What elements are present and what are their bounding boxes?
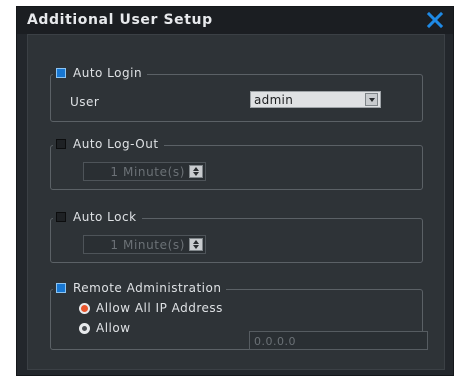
auto-lock-legend: Auto Lock <box>53 210 142 224</box>
dialog-titlebar: Additional User Setup <box>17 7 453 34</box>
allow-all-label: Allow All IP Address <box>96 301 223 315</box>
auto-login-label: Auto Login <box>73 66 143 80</box>
user-select[interactable]: admin <box>250 91 381 108</box>
spin-arrows-icon[interactable] <box>189 238 203 251</box>
remote-admin-label: Remote Administration <box>73 281 222 295</box>
chevron-down-icon[interactable] <box>365 93 378 106</box>
auto-lock-label: Auto Lock <box>73 210 137 224</box>
allow-all-option[interactable]: Allow All IP Address <box>79 301 223 315</box>
spin-arrows-icon[interactable] <box>189 165 203 178</box>
auto-lock-value: 1 Minute(s) <box>110 238 185 252</box>
close-icon <box>426 11 444 29</box>
remote-admin-legend: Remote Administration <box>53 281 227 295</box>
allow-option[interactable]: Allow <box>79 321 131 335</box>
auto-logout-label: Auto Log-Out <box>73 137 159 151</box>
auto-lock-checkbox[interactable] <box>56 212 66 222</box>
dialog-content: Auto Login User admin Auto Log-Out 1 Min… <box>27 34 445 370</box>
auto-logout-legend: Auto Log-Out <box>53 137 164 151</box>
allow-all-radio[interactable] <box>79 302 90 314</box>
auto-logout-spinner[interactable]: 1 Minute(s) <box>83 162 206 181</box>
remote-admin-checkbox[interactable] <box>56 283 66 293</box>
auto-lock-group: Auto Lock 1 Minute(s) <box>50 210 423 263</box>
auto-logout-group: Auto Log-Out 1 Minute(s) <box>50 137 423 190</box>
auto-lock-spinner[interactable]: 1 Minute(s) <box>83 235 206 254</box>
auto-login-legend: Auto Login <box>53 66 148 80</box>
auto-login-checkbox[interactable] <box>56 68 66 78</box>
auto-login-group: Auto Login User admin <box>50 66 423 122</box>
allow-radio[interactable] <box>79 322 90 334</box>
allow-label: Allow <box>96 321 131 335</box>
dialog-title: Additional User Setup <box>27 12 213 28</box>
user-select-value: admin <box>254 93 294 107</box>
close-button[interactable] <box>425 10 445 30</box>
additional-user-setup-dialog: Additional User Setup Auto Login User ad… <box>16 6 454 376</box>
remote-admin-group: Remote Administration Allow All IP Addre… <box>50 281 428 350</box>
auto-logout-checkbox[interactable] <box>56 139 66 149</box>
user-label: User <box>70 95 100 109</box>
ip-address-input[interactable] <box>249 331 428 350</box>
auto-logout-value: 1 Minute(s) <box>110 165 185 179</box>
